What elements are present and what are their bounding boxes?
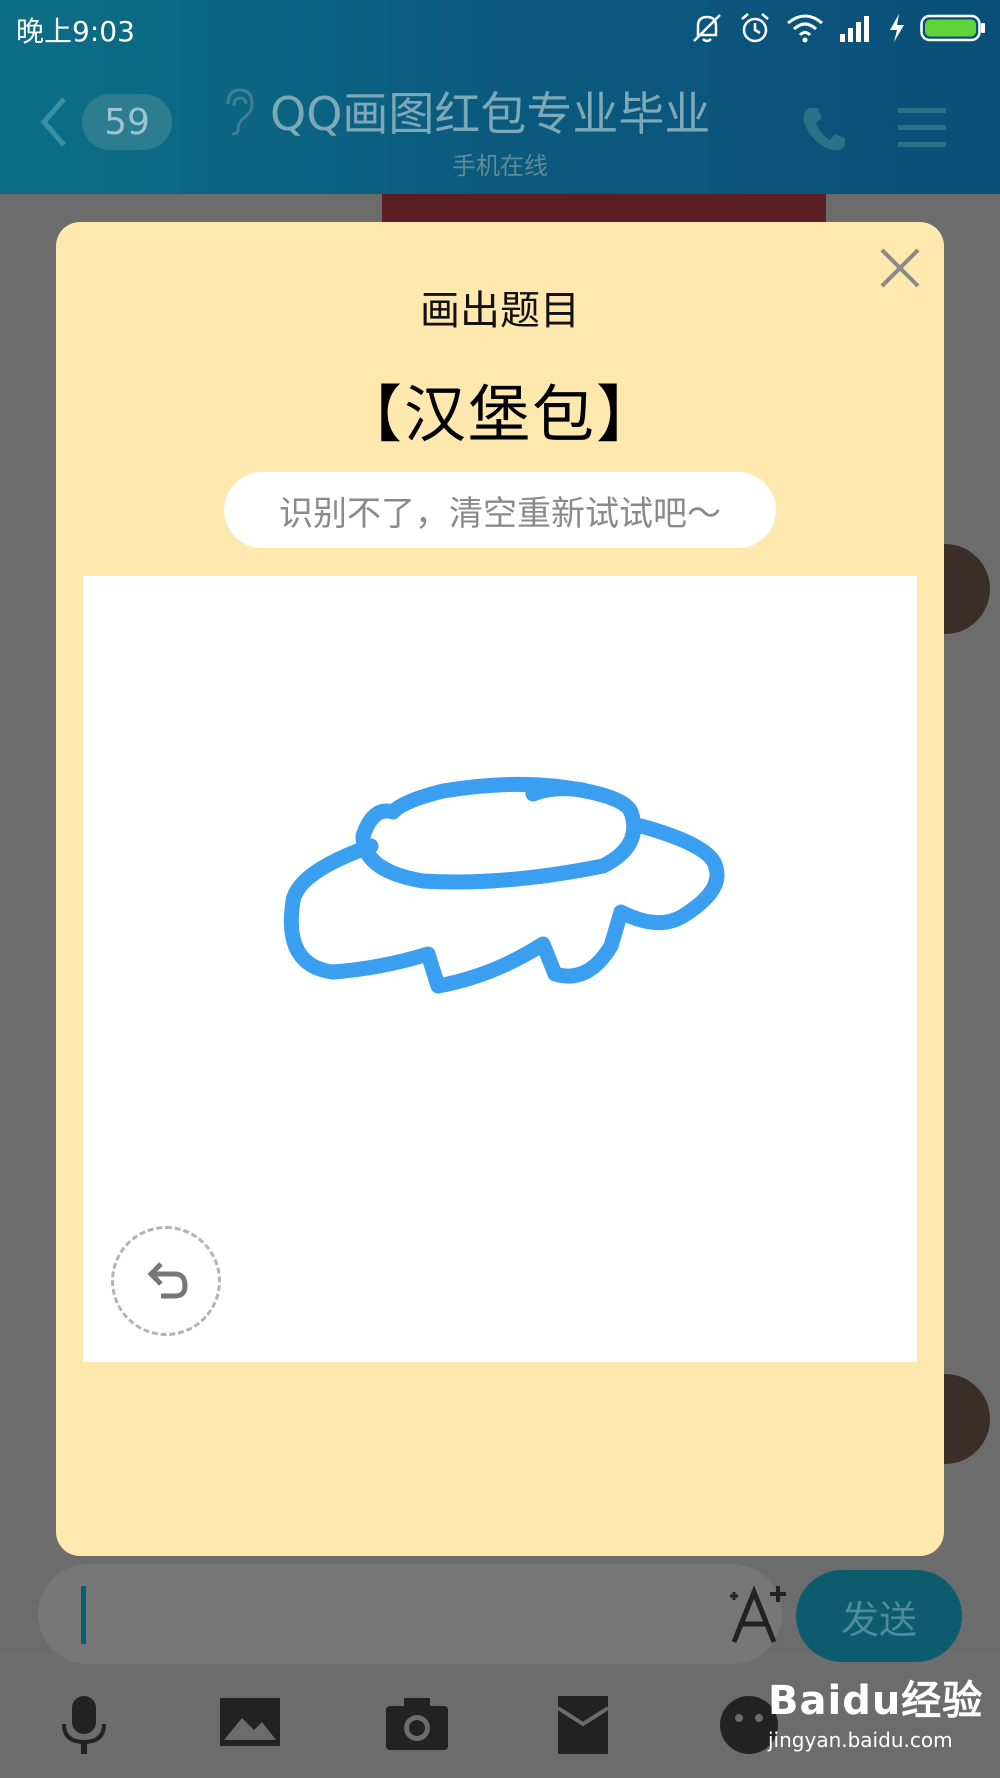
- unread-count-badge: 59: [82, 94, 172, 150]
- input-bar: 发送: [0, 1564, 1000, 1664]
- chat-title: QQ画图红包专业毕业: [270, 87, 711, 141]
- signal-icon: [840, 16, 869, 42]
- ear-icon: [226, 88, 254, 136]
- drawing-topic: 【汉堡包】: [339, 378, 660, 451]
- red-packet-message: [382, 194, 826, 224]
- wifi-icon: [787, 14, 823, 43]
- chat-subtitle: 手机在线: [452, 152, 548, 180]
- phone-icon[interactable]: [800, 104, 848, 154]
- status-time: 晚上9:03: [16, 15, 135, 48]
- drawing-canvas[interactable]: [83, 576, 917, 1362]
- dialog-title: 画出题目: [420, 288, 580, 334]
- status-icons: [690, 10, 986, 46]
- back-button[interactable]: 59: [38, 92, 178, 152]
- image-icon[interactable]: [218, 1694, 282, 1750]
- mute-icon: [693, 14, 721, 43]
- watermark-url: jingyan.baidu.com: [768, 1728, 953, 1752]
- alarm-icon: [741, 13, 769, 43]
- undo-button[interactable]: [111, 1226, 221, 1336]
- user-drawing: [283, 776, 725, 994]
- battery-icon: [920, 14, 985, 42]
- baidu-watermark: Baidu经验 jingyan.baidu.com: [768, 1668, 983, 1752]
- red-packet-icon[interactable]: [556, 1694, 610, 1756]
- charging-icon: [890, 14, 904, 42]
- text-caret: [81, 1586, 86, 1644]
- recognition-hint: 识别不了，清空重新试试吧～: [224, 472, 776, 548]
- microphone-icon[interactable]: [58, 1694, 110, 1756]
- send-button[interactable]: 发送: [796, 1570, 962, 1662]
- chat-header: 59 QQ画图红包专业毕业 手机在线: [0, 56, 1000, 194]
- status-bar: 晚上9:03: [0, 0, 1000, 56]
- font-style-icon[interactable]: [728, 1582, 790, 1646]
- draw-prompt-dialog: 画出题目 【汉堡包】 识别不了，清空重新试试吧～: [56, 222, 944, 1556]
- message-input[interactable]: [38, 1564, 786, 1664]
- watermark-logo: Baidu经验: [768, 1678, 984, 1724]
- menu-icon[interactable]: [898, 106, 946, 150]
- undo-icon: [147, 1262, 188, 1299]
- camera-icon[interactable]: [384, 1694, 450, 1752]
- chevron-left-icon: [40, 97, 66, 147]
